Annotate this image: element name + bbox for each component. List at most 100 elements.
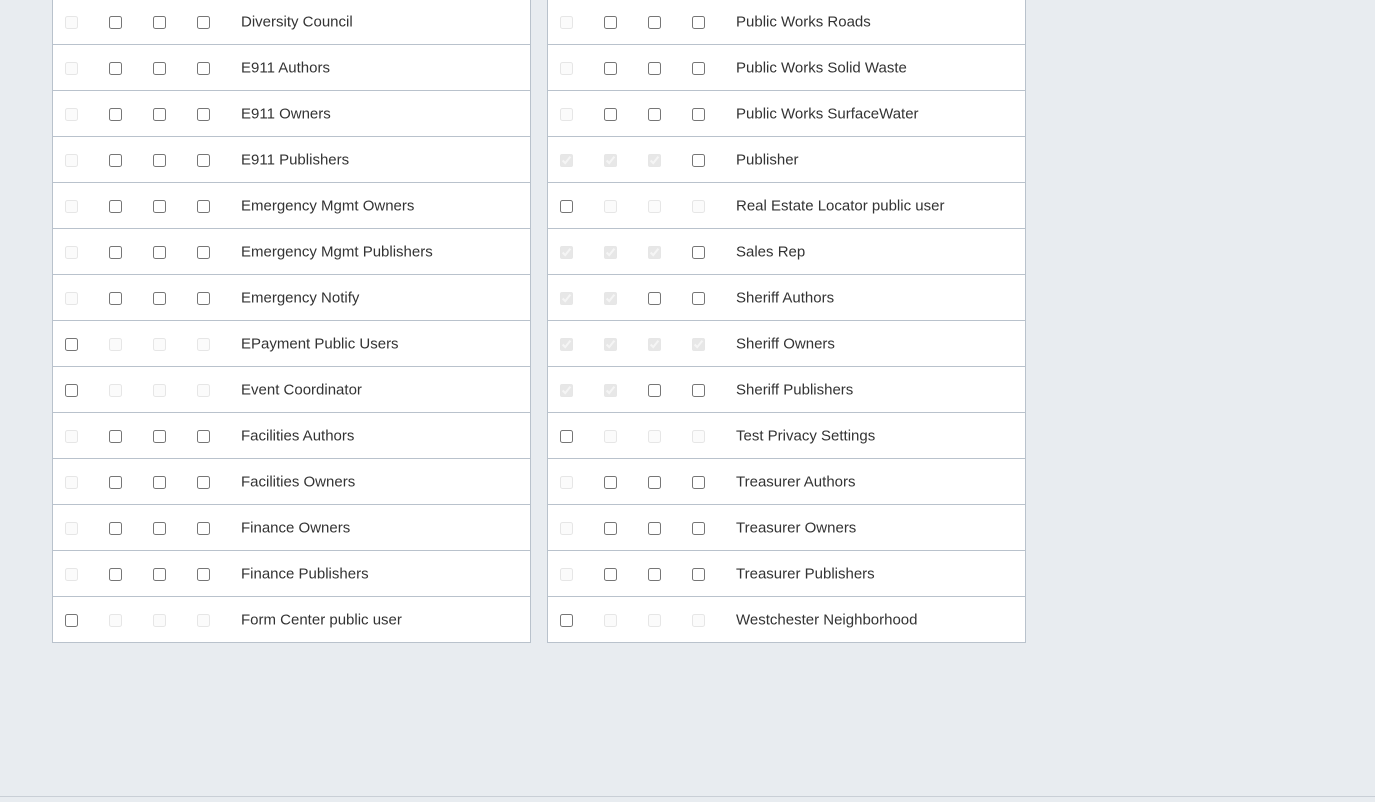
group-name-label: E911 Authors	[241, 59, 330, 76]
permission-checkbox-4[interactable]	[197, 153, 210, 167]
permission-checkbox-1[interactable]	[65, 383, 78, 397]
permission-checkbox-3[interactable]	[153, 199, 166, 213]
permission-checkbox-4[interactable]	[692, 291, 705, 305]
group-permissions-panel-left: Diversity Council E911 Authors E911 Owners…	[52, 0, 531, 643]
permission-checkbox-4[interactable]	[692, 475, 705, 489]
permission-checkbox-3[interactable]	[648, 15, 661, 29]
group-name-label: Test Privacy Settings	[736, 427, 876, 444]
permission-checkbox-2[interactable]	[109, 475, 122, 489]
permission-checkbox-4[interactable]	[692, 153, 705, 167]
permission-checkbox-2[interactable]	[604, 15, 617, 29]
group-name-label: Public Works SurfaceWater	[736, 105, 919, 122]
permission-checkbox-3[interactable]	[153, 429, 166, 443]
permission-row-emergency-notify: Emergency Notify	[53, 274, 530, 320]
permission-checkbox-4	[692, 613, 705, 627]
permission-checkbox-3[interactable]	[153, 475, 166, 489]
permission-checkbox-3[interactable]	[153, 245, 166, 259]
permission-checkbox-2	[604, 429, 617, 443]
permission-checkbox-3[interactable]	[648, 107, 661, 121]
permission-checkbox-4[interactable]	[692, 15, 705, 29]
permission-checkbox-2[interactable]	[109, 521, 122, 535]
permission-checkbox-4[interactable]	[197, 475, 210, 489]
permission-checkbox-4[interactable]	[197, 61, 210, 75]
permission-checkbox-1[interactable]	[560, 429, 573, 443]
permission-checkbox-3[interactable]	[648, 291, 661, 305]
footer-divider	[0, 796, 1375, 797]
permission-row-finance-owners: Finance Owners	[53, 504, 530, 550]
permission-checkbox-3[interactable]	[648, 383, 661, 397]
permission-checkbox-2[interactable]	[109, 291, 122, 305]
group-name-label: Diversity Council	[241, 13, 353, 30]
permission-checkbox-1	[560, 15, 573, 29]
permission-checkbox-4[interactable]	[692, 107, 705, 121]
permission-checkbox-3[interactable]	[153, 567, 166, 581]
permission-checkbox-4[interactable]	[692, 245, 705, 259]
group-name-label: Real Estate Locator public user	[736, 197, 945, 214]
permission-checkbox-2[interactable]	[109, 567, 122, 581]
permission-checkbox-2[interactable]	[109, 107, 122, 121]
group-name-label: Sheriff Publishers	[736, 381, 854, 398]
permission-checkbox-1	[560, 383, 573, 397]
permission-checkbox-2[interactable]	[109, 15, 122, 29]
permission-row-sales-rep: Sales Rep	[548, 228, 1025, 274]
permission-checkbox-2[interactable]	[109, 429, 122, 443]
permission-checkbox-3[interactable]	[153, 153, 166, 167]
permission-checkbox-3[interactable]	[648, 567, 661, 581]
permission-checkbox-1	[65, 153, 78, 167]
permission-checkbox-1[interactable]	[65, 337, 78, 351]
permission-checkbox-4[interactable]	[197, 429, 210, 443]
permission-checkbox-3	[648, 613, 661, 627]
permission-checkbox-3[interactable]	[153, 15, 166, 29]
permission-checkbox-3[interactable]	[153, 61, 166, 75]
permission-checkbox-2[interactable]	[604, 475, 617, 489]
permission-checkbox-3[interactable]	[153, 521, 166, 535]
permission-checkbox-3[interactable]	[153, 291, 166, 305]
permission-checkbox-3	[648, 199, 661, 213]
permission-checkbox-4[interactable]	[692, 61, 705, 75]
permission-row-sheriff-authors: Sheriff Authors	[548, 274, 1025, 320]
permission-checkbox-4[interactable]	[197, 245, 210, 259]
permission-checkbox-3	[153, 337, 166, 351]
permission-checkbox-4[interactable]	[197, 199, 210, 213]
permission-checkbox-2[interactable]	[604, 567, 617, 581]
group-name-label: Emergency Mgmt Owners	[241, 197, 415, 214]
permission-checkbox-2	[604, 337, 617, 351]
permission-checkbox-1	[65, 245, 78, 259]
permission-checkbox-3[interactable]	[648, 475, 661, 489]
permission-row-emergency-mgmt-publishers: Emergency Mgmt Publishers	[53, 228, 530, 274]
permission-checkbox-4	[197, 337, 210, 351]
permission-checkbox-4[interactable]	[197, 15, 210, 29]
permission-checkbox-2[interactable]	[109, 61, 122, 75]
permission-checkbox-4[interactable]	[197, 521, 210, 535]
permission-checkbox-4[interactable]	[197, 567, 210, 581]
permission-checkbox-2[interactable]	[109, 199, 122, 213]
permission-checkbox-1	[560, 567, 573, 581]
permission-checkbox-2[interactable]	[604, 107, 617, 121]
permission-checkbox-2[interactable]	[109, 245, 122, 259]
permission-row-event-coordinator: Event Coordinator	[53, 366, 530, 412]
permission-checkbox-4[interactable]	[692, 383, 705, 397]
permission-checkbox-4[interactable]	[692, 521, 705, 535]
permission-checkbox-2	[109, 613, 122, 627]
permission-checkbox-2[interactable]	[109, 153, 122, 167]
permission-checkbox-1[interactable]	[65, 613, 78, 627]
permission-row-facilities-owners: Facilities Owners	[53, 458, 530, 504]
permission-checkbox-1[interactable]	[560, 613, 573, 627]
group-name-label: Facilities Authors	[241, 427, 355, 444]
permission-row-e911-owners: E911 Owners	[53, 90, 530, 136]
permission-checkbox-2[interactable]	[604, 521, 617, 535]
permission-checkbox-4[interactable]	[197, 107, 210, 121]
permission-checkbox-1	[65, 475, 78, 489]
permission-checkbox-2[interactable]	[604, 61, 617, 75]
group-name-label: EPayment Public Users	[241, 335, 399, 352]
group-name-label: Public Works Roads	[736, 13, 871, 30]
permission-checkbox-1[interactable]	[560, 199, 573, 213]
permission-checkbox-3[interactable]	[153, 107, 166, 121]
permission-checkbox-3[interactable]	[648, 521, 661, 535]
permission-checkbox-1	[560, 107, 573, 121]
permission-checkbox-3[interactable]	[648, 61, 661, 75]
permission-checkbox-1	[560, 337, 573, 351]
permission-checkbox-4[interactable]	[692, 567, 705, 581]
group-name-label: Emergency Notify	[241, 289, 360, 306]
permission-checkbox-4[interactable]	[197, 291, 210, 305]
